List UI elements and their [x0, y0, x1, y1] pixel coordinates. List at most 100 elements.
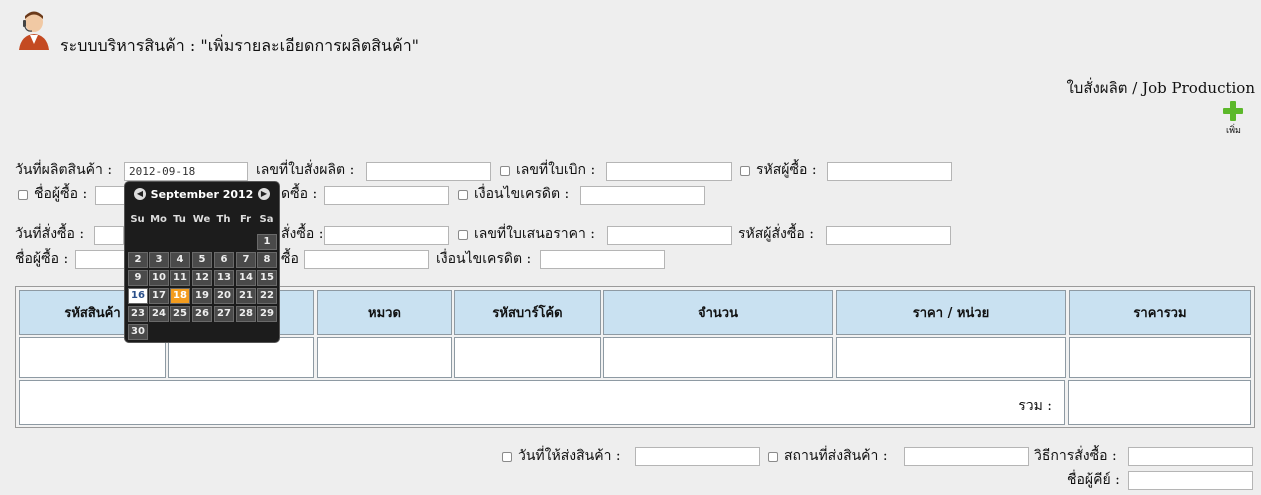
calendar-day[interactable]: 14: [236, 270, 256, 286]
job-order-no-input[interactable]: [366, 162, 491, 181]
calendar-day[interactable]: 1: [257, 234, 277, 250]
calendar-day-today[interactable]: 16: [128, 288, 148, 304]
requisition-no-checkbox[interactable]: [500, 166, 510, 176]
calendar-day[interactable]: 6: [214, 252, 234, 268]
page-title: ระบบบริหารสินค้า : "เพิ่มรายละเอียดการผล…: [60, 36, 420, 55]
table-cell[interactable]: [1069, 337, 1251, 378]
calendar-day[interactable]: 9: [128, 270, 148, 286]
partial-2-input[interactable]: [304, 250, 429, 269]
calendar-day[interactable]: 23: [128, 306, 148, 322]
total-value-cell: [1068, 380, 1251, 425]
table-cell[interactable]: [836, 337, 1066, 378]
order-no-input[interactable]: [324, 226, 449, 245]
calendar-day[interactable]: 21: [236, 288, 256, 304]
date-picker[interactable]: ◀ September 2012 ▶ Su Mo Tu We Th Fr Sa 1 2 3 4 5 6 7…: [124, 181, 280, 343]
total-row: รวม :: [19, 380, 1065, 425]
buyer-code-checkbox[interactable]: [740, 166, 750, 176]
calendar-day[interactable]: 22: [257, 288, 277, 304]
column-header-category: หมวด: [317, 290, 452, 335]
calendar-day[interactable]: 30: [128, 324, 148, 340]
calendar-day[interactable]: 13: [214, 270, 234, 286]
job-order-no-label: เลขที่ใบสั่งผลิต :: [256, 162, 355, 178]
calendar-day[interactable]: 3: [149, 252, 169, 268]
calendar-day[interactable]: 8: [257, 252, 277, 268]
table-cell[interactable]: [317, 337, 452, 378]
weekday-header: Su: [130, 214, 145, 225]
weekday-header: Th: [216, 214, 231, 225]
calendar-day[interactable]: 15: [257, 270, 277, 286]
column-header-quantity: จำนวน: [603, 290, 833, 335]
calendar-month-label: September 2012: [150, 188, 254, 201]
order-partial-label: ดซื้อ :: [281, 186, 318, 202]
credit-terms-2-input[interactable]: [540, 250, 665, 269]
calendar-day[interactable]: 28: [236, 306, 256, 322]
table-cell[interactable]: [603, 337, 833, 378]
order-date-input[interactable]: [94, 226, 124, 245]
calendar-day[interactable]: 26: [192, 306, 212, 322]
credit-terms-2-label: เงื่อนไขเครดิต :: [436, 251, 532, 267]
calendar-day[interactable]: 27: [214, 306, 234, 322]
calendar-day[interactable]: 29: [257, 306, 277, 322]
table-cell[interactable]: [19, 337, 166, 378]
calendar-day[interactable]: 20: [214, 288, 234, 304]
weekday-header: Tu: [173, 214, 186, 225]
orderer-code-label: รหัสผู้สั่งซื้อ :: [738, 226, 814, 242]
buyer-name-input[interactable]: [95, 186, 125, 205]
credit-terms-label: เงื่อนไขเครดิต :: [474, 186, 570, 202]
total-label: รวม :: [1018, 398, 1052, 414]
requisition-no-label: เลขที่ใบเบิก :: [516, 162, 596, 178]
buyer-name-2-input[interactable]: [75, 250, 125, 269]
requisition-no-input[interactable]: [606, 162, 732, 181]
job-production-heading: ใบสั่งผลิต / Job Production: [1066, 79, 1255, 97]
calendar-day[interactable]: 11: [170, 270, 190, 286]
user-avatar-icon: [19, 11, 49, 50]
delivery-date-checkbox[interactable]: [502, 452, 512, 462]
buyer-name-checkbox[interactable]: [18, 190, 28, 200]
quotation-no-input[interactable]: [607, 226, 732, 245]
keyer-label: ชื่อผู้คีย์ :: [1067, 472, 1120, 488]
buyer-name-label: ชื่อผู้ซื้อ :: [34, 186, 88, 202]
order-method-input[interactable]: [1128, 447, 1253, 466]
credit-terms-input[interactable]: [580, 186, 705, 205]
delivery-date-label: วันที่ให้ส่งสินค้า :: [518, 448, 621, 464]
column-header-total-price: ราคารวม: [1069, 290, 1251, 335]
weekday-header: Fr: [239, 214, 252, 225]
delivery-date-input[interactable]: [635, 447, 760, 466]
production-date-input[interactable]: 2012-09-18: [124, 162, 248, 181]
add-label[interactable]: เพิ่ม: [1226, 123, 1241, 137]
quotation-no-checkbox[interactable]: [458, 230, 468, 240]
buyer-code-label: รหัสผู้ซื้อ :: [756, 162, 817, 178]
calendar-day[interactable]: 2: [128, 252, 148, 268]
buyer-name-2-label: ชื่อผู้ซื้อ :: [15, 251, 69, 267]
credit-terms-checkbox[interactable]: [458, 190, 468, 200]
weekday-header: Mo: [150, 214, 167, 225]
calendar-day[interactable]: 19: [192, 288, 212, 304]
calendar-day[interactable]: 7: [236, 252, 256, 268]
order-date-label: วันที่สั่งซื้อ :: [15, 226, 85, 242]
table-cell[interactable]: [454, 337, 601, 378]
calendar-day[interactable]: 12: [192, 270, 212, 286]
order-no-partial-label: สั่งซื้อ :: [281, 226, 324, 242]
weekday-header: Sa: [259, 214, 274, 225]
buyer-code-input[interactable]: [827, 162, 952, 181]
calendar-day[interactable]: 5: [192, 252, 212, 268]
keyer-input[interactable]: [1128, 471, 1253, 490]
calendar-day[interactable]: 24: [149, 306, 169, 322]
add-plus-icon[interactable]: [1222, 100, 1244, 122]
delivery-place-input[interactable]: [904, 447, 1029, 466]
calendar-day[interactable]: 4: [170, 252, 190, 268]
orderer-code-input[interactable]: [826, 226, 951, 245]
calendar-day-selected[interactable]: 18: [170, 288, 190, 304]
order-partial-input[interactable]: [324, 186, 449, 205]
weekday-header: We: [192, 214, 211, 225]
calendar-day[interactable]: 17: [149, 288, 169, 304]
chevron-right-icon[interactable]: ▶: [258, 188, 270, 200]
calendar-day[interactable]: 25: [170, 306, 190, 322]
quotation-no-label: เลขที่ใบเสนอราคา :: [474, 226, 595, 242]
calendar-day[interactable]: 10: [149, 270, 169, 286]
column-header-unit-price: ราคา / หน่วย: [836, 290, 1066, 335]
delivery-place-checkbox[interactable]: [768, 452, 778, 462]
production-date-label: วันที่ผลิตสินค้า :: [15, 162, 113, 178]
table-cell[interactable]: [168, 337, 314, 378]
order-method-label: วิธีการสั่งซื้อ :: [1034, 448, 1117, 464]
